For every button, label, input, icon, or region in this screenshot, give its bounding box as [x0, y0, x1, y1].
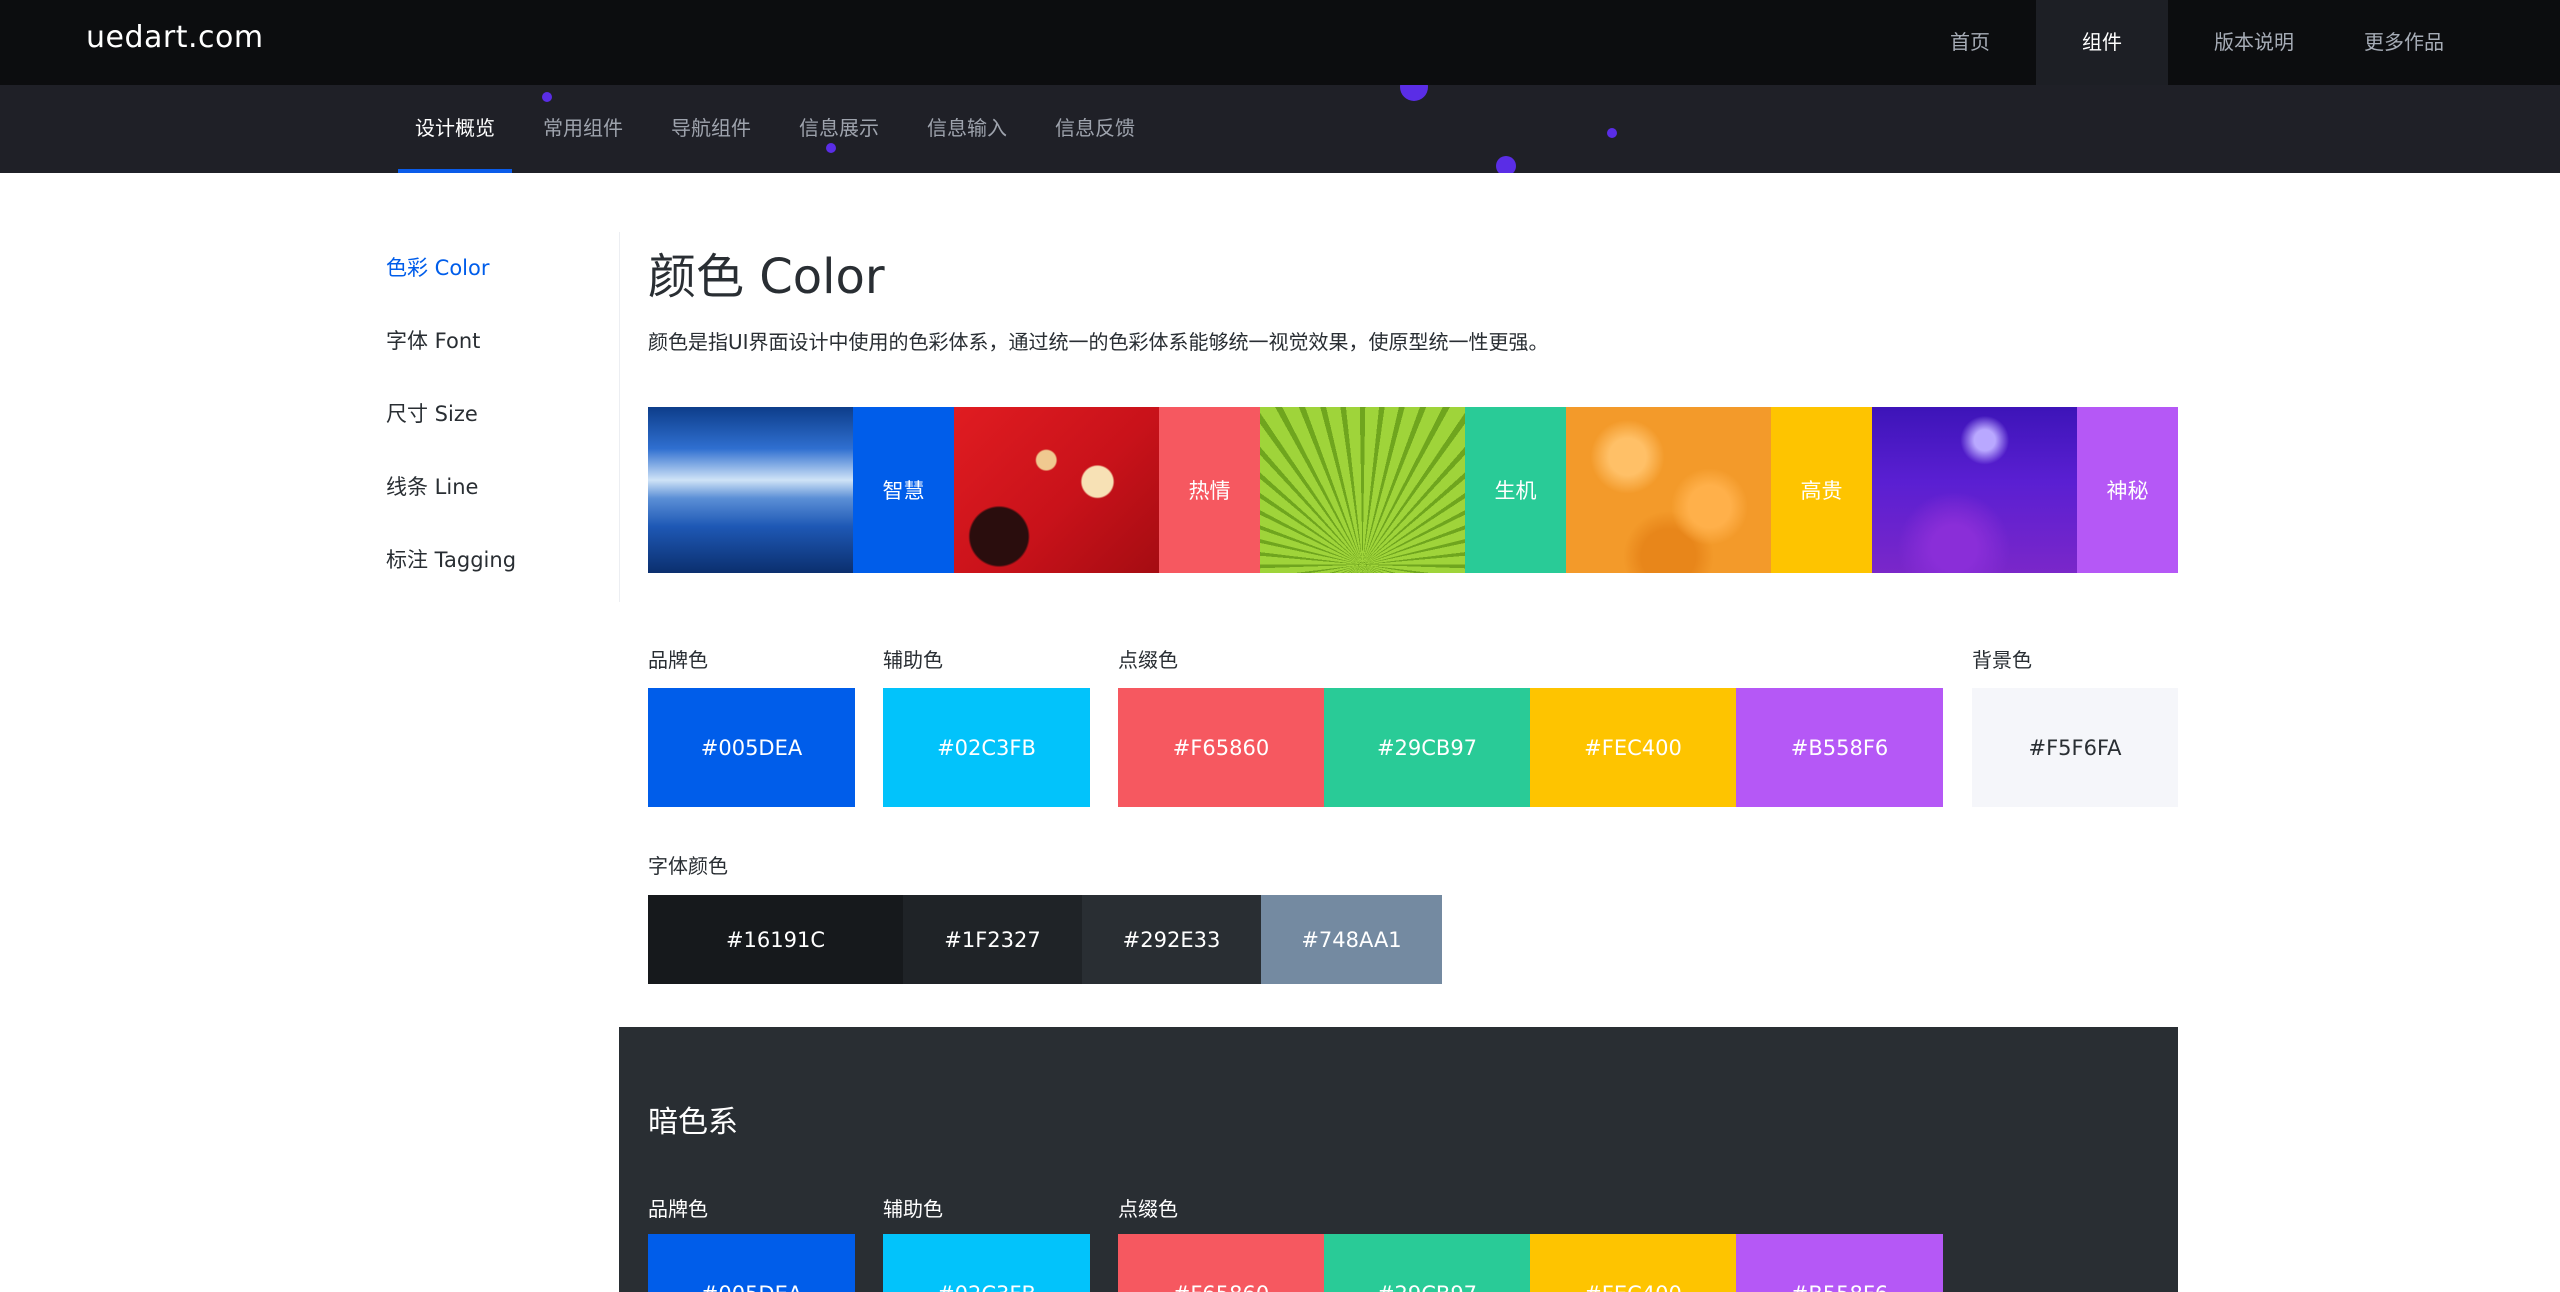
dark-accent-color-swatch: #29CB97 — [1324, 1234, 1530, 1292]
font-color-swatch: #16191C — [648, 895, 903, 984]
dark-palette-section: 暗色系 品牌色 辅助色 点缀色 #005DEA #02C3FB #F65860 … — [619, 1027, 2178, 1292]
sidebar-item-line[interactable]: 线条 Line — [386, 451, 619, 524]
brand-color-label: 品牌色 — [648, 648, 708, 672]
sub-nav: 设计概览 常用组件 导航组件 信息展示 信息输入 信息反馈 — [398, 85, 1166, 173]
decor-dot — [1400, 85, 1428, 101]
green-leaf-photo — [1260, 407, 1465, 573]
tab-design-overview[interactable]: 设计概览 — [398, 85, 512, 173]
sidebar-item-color[interactable]: 色彩 Color — [386, 232, 619, 305]
font-color-label: 字体颜色 — [648, 854, 728, 878]
accent-color-label: 点缀色 — [1118, 648, 1178, 672]
sidebar-item-tagging[interactable]: 标注 Tagging — [386, 524, 619, 597]
top-nav-more-works[interactable]: 更多作品 — [2340, 0, 2468, 85]
main-content: 颜色 Color 颜色是指UI界面设计中使用的色彩体系，通过统一的色彩体系能够统… — [648, 232, 2178, 984]
top-nav: 首页 组件 版本说明 更多作品 — [1904, 0, 2468, 85]
site-logo[interactable]: uedart.com — [86, 20, 264, 55]
sidebar-item-font[interactable]: 字体 Font — [386, 305, 619, 378]
sidebar: 色彩 Color 字体 Font 尺寸 Size 线条 Line 标注 Tagg… — [386, 232, 620, 602]
mood-swatch-wisdom: 智慧 — [853, 407, 954, 573]
background-color-label: 背景色 — [1972, 648, 2032, 672]
mood-swatch-mystery: 神秘 — [2077, 407, 2178, 573]
dark-accent-color-swatch: #F65860 — [1118, 1234, 1324, 1292]
dark-brand-color-label: 品牌色 — [648, 1197, 708, 1221]
mood-swatch-noble: 高贵 — [1771, 407, 1872, 573]
font-color-swatch: #748AA1 — [1261, 895, 1442, 984]
tab-common-components[interactable]: 常用组件 — [526, 85, 640, 173]
dark-accent-color-swatch: #B558F6 — [1736, 1234, 1943, 1292]
tab-navigation-components[interactable]: 导航组件 — [654, 85, 768, 173]
dark-secondary-color-swatch: #02C3FB — [883, 1234, 1090, 1292]
ocean-horizon-photo — [648, 407, 853, 573]
dark-accent-color-swatch: #FEC400 — [1530, 1234, 1736, 1292]
dark-section-title: 暗色系 — [648, 1105, 738, 1140]
font-color-swatch: #292E33 — [1082, 895, 1261, 984]
page-title: 颜色 Color — [648, 249, 885, 305]
mood-swatch-vitality: 生机 — [1465, 407, 1566, 573]
sidebar-item-size[interactable]: 尺寸 Size — [386, 378, 619, 451]
accent-color-swatch: #F65860 — [1118, 688, 1324, 807]
secondary-color-label: 辅助色 — [883, 648, 943, 672]
page-description: 颜色是指UI界面设计中使用的色彩体系，通过统一的色彩体系能够统一视觉效果，使原型… — [648, 330, 1549, 354]
tab-feedback[interactable]: 信息反馈 — [1038, 85, 1152, 173]
tab-data-entry[interactable]: 信息输入 — [910, 85, 1024, 173]
decor-dot — [1496, 156, 1516, 173]
lucky-cat-fu-photo — [954, 407, 1159, 573]
top-nav-release-notes[interactable]: 版本说明 — [2190, 0, 2318, 85]
secondary-color-swatch: #02C3FB — [883, 688, 1090, 807]
accent-color-swatch: #FEC400 — [1530, 688, 1736, 807]
top-nav-home[interactable]: 首页 — [1926, 0, 2014, 85]
brand-color-swatch: #005DEA — [648, 688, 855, 807]
font-color-swatch: #1F2327 — [903, 895, 1082, 984]
dark-accent-color-label: 点缀色 — [1118, 1197, 1178, 1221]
color-mood-strip: 智慧 热情 生机 高贵 神秘 — [648, 407, 2178, 573]
top-nav-components[interactable]: 组件 — [2036, 0, 2168, 85]
dark-secondary-color-label: 辅助色 — [883, 1197, 943, 1221]
sub-nav-bar: 设计概览 常用组件 导航组件 信息展示 信息输入 信息反馈 — [0, 85, 2560, 173]
decor-dot — [1607, 128, 1617, 138]
background-color-swatch: #F5F6FA — [1972, 688, 2178, 807]
mood-swatch-passion: 热情 — [1159, 407, 1260, 573]
top-header: uedart.com 首页 组件 版本说明 更多作品 — [0, 0, 2560, 85]
tab-data-display[interactable]: 信息展示 — [782, 85, 896, 173]
accent-color-swatch: #29CB97 — [1324, 688, 1530, 807]
accent-color-swatch: #B558F6 — [1736, 688, 1943, 807]
purple-concert-photo — [1872, 407, 2077, 573]
dark-brand-color-swatch: #005DEA — [648, 1234, 855, 1292]
orange-marigold-photo — [1566, 407, 1771, 573]
